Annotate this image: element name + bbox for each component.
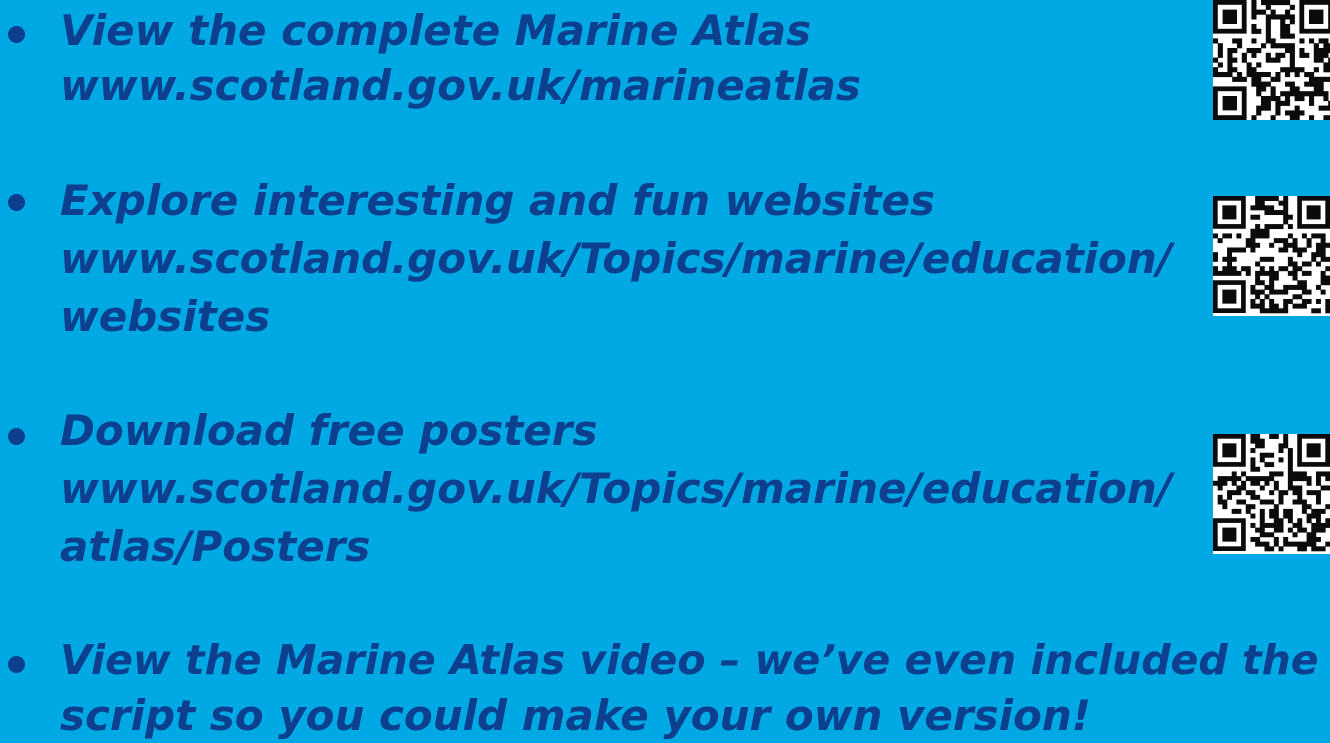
item-url-link[interactable]: www.scotland.gov.uk/marineatlas [60,58,861,113]
bullet-icon [8,428,25,445]
qr-code-icon[interactable] [1213,196,1330,316]
item-title-continued: script so you could make your own versio… [60,691,1091,740]
qr-code-icon[interactable] [1213,434,1330,554]
item-url-link-continued[interactable]: websites [60,289,270,344]
bullet-icon [8,26,25,43]
item-title: View the complete Marine Atlas [60,6,812,55]
item-url-link[interactable]: www.scotland.gov.uk/Topics/marine/educat… [60,231,1172,286]
item-title: Explore interesting and fun websites [60,176,935,225]
item-title: View the Marine Atlas video – we’ve even… [60,636,1319,684]
qr-code-icon[interactable] [1213,0,1330,120]
item-url-link-continued[interactable]: atlas/Posters [60,519,370,574]
bullet-icon [8,656,25,673]
item-title: Download free posters [60,406,598,455]
item-url-link[interactable]: www.scotland.gov.uk/Topics/marine/educat… [60,461,1172,516]
bullet-icon [8,194,25,211]
